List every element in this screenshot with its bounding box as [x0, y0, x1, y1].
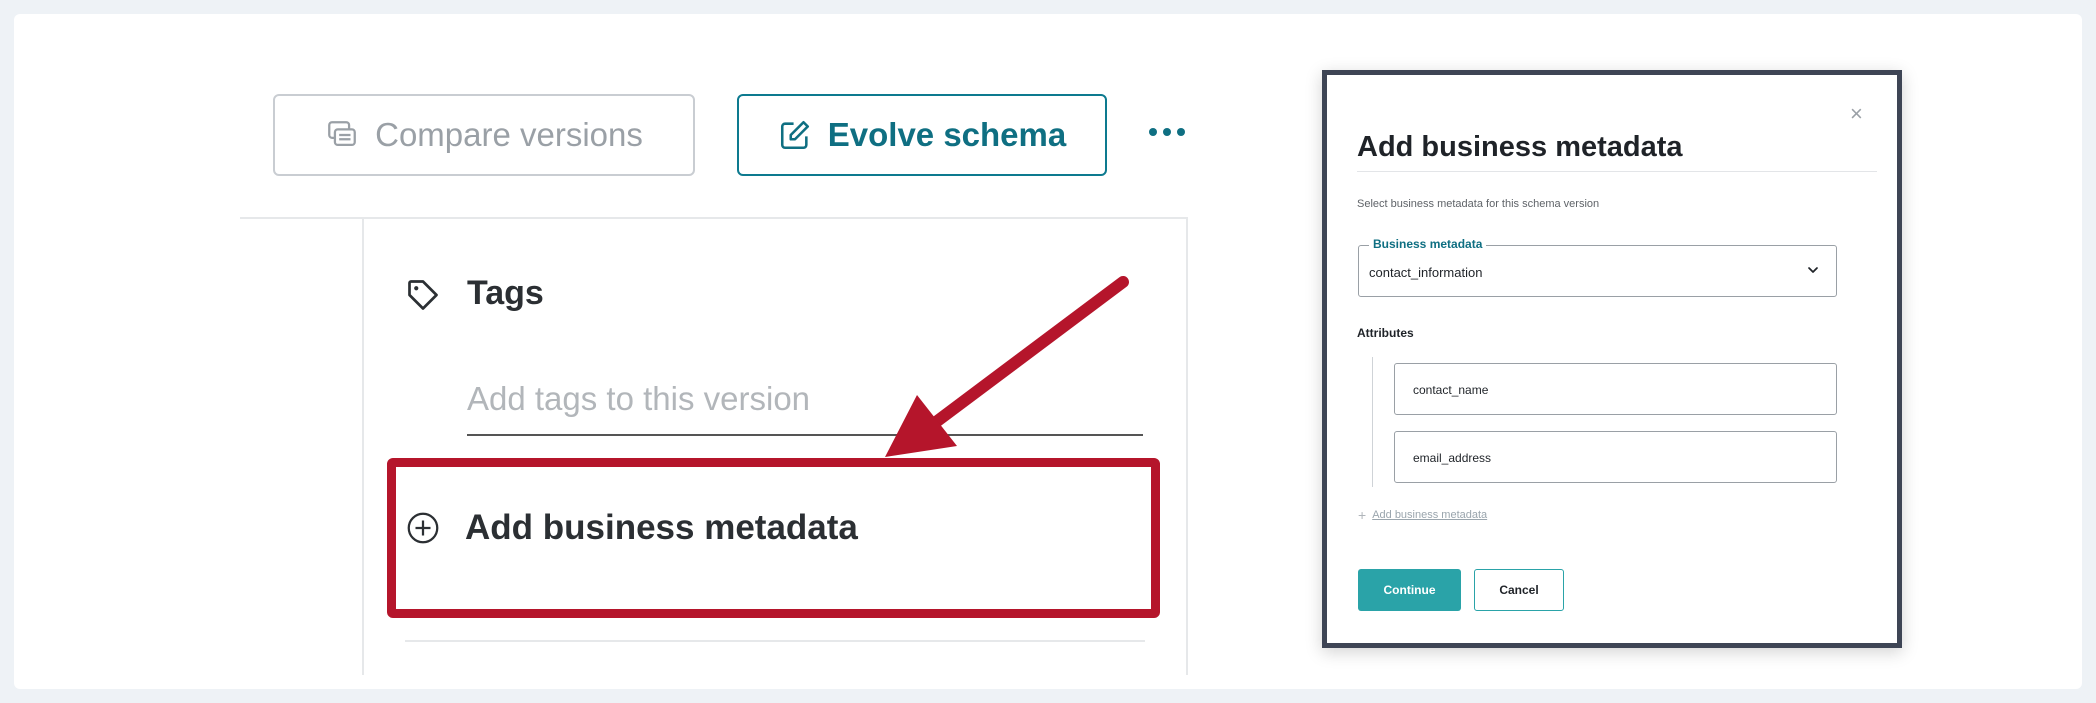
- tags-input[interactable]: [467, 364, 1143, 436]
- dialog-title: Add business metadata: [1357, 131, 1683, 163]
- evolve-schema-label: Evolve schema: [827, 116, 1067, 153]
- attribute-value: email_address: [1413, 451, 1492, 465]
- panel-left-border: [362, 219, 364, 675]
- panel-divider: [240, 217, 1188, 219]
- edit-icon: [780, 120, 809, 150]
- plus-icon: +: [1358, 507, 1367, 523]
- add-business-metadata-dialog: × Add business metadata Select business …: [1322, 70, 1902, 648]
- more-icon[interactable]: [1143, 108, 1191, 156]
- add-business-metadata-link-label: Add business metadata: [1372, 509, 1488, 521]
- continue-button[interactable]: Continue: [1358, 569, 1461, 611]
- highlight-box: [387, 458, 1160, 618]
- add-business-metadata-link[interactable]: + Add business metadata: [1358, 507, 1487, 523]
- attribute-value: contact_name: [1413, 383, 1489, 397]
- dialog-subtitle: Select business metadata for this schema…: [1357, 198, 1600, 210]
- attributes-indent-line: [1372, 357, 1373, 487]
- attribute-email-address-field[interactable]: email_address: [1394, 431, 1837, 483]
- tags-heading: Tags: [467, 274, 544, 312]
- evolve-schema-button[interactable]: Evolve schema: [737, 94, 1107, 176]
- business-metadata-value: contact_information: [1369, 265, 1483, 280]
- cancel-button[interactable]: Cancel: [1474, 569, 1564, 611]
- compare-versions-button[interactable]: Compare versions: [273, 94, 695, 176]
- close-icon[interactable]: ×: [1850, 101, 1863, 127]
- business-metadata-select[interactable]: Business metadata contact_information: [1358, 237, 1837, 297]
- compare-versions-label: Compare versions: [375, 116, 643, 153]
- panel-right-border: [1186, 219, 1188, 675]
- chevron-down-icon: [1808, 267, 1818, 273]
- attribute-contact-name-field[interactable]: contact_name: [1394, 363, 1837, 415]
- tag-icon: [408, 280, 438, 310]
- compare-icon: [328, 121, 356, 147]
- business-metadata-field-label: Business metadata: [1369, 237, 1487, 251]
- attributes-label: Attributes: [1357, 326, 1414, 340]
- section-divider: [405, 640, 1145, 642]
- dialog-title-divider: [1357, 171, 1877, 172]
